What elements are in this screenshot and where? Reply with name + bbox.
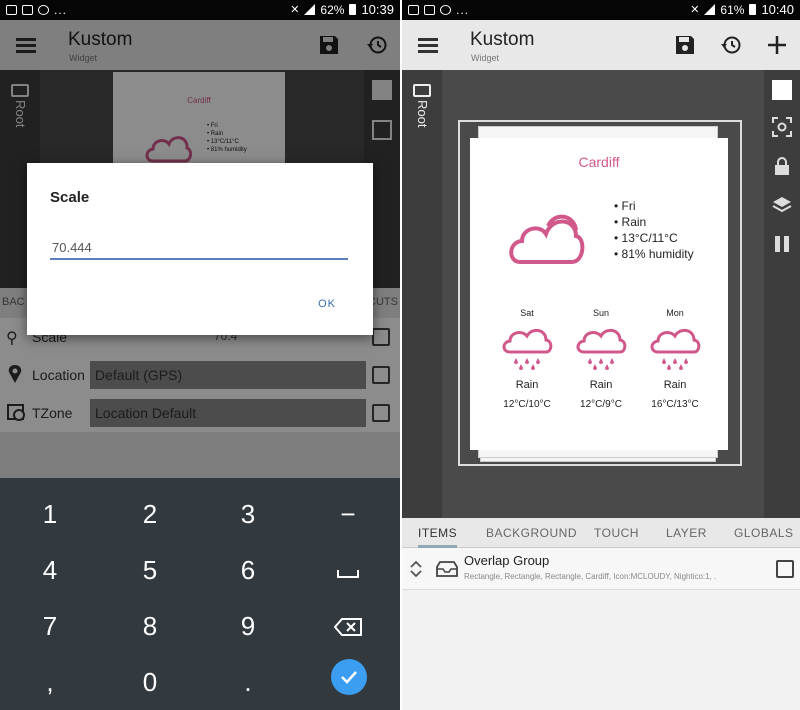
folder-icon: [413, 84, 431, 97]
lock-icon[interactable]: [772, 156, 792, 176]
menu-icon[interactable]: [418, 38, 438, 53]
item-title: Overlap Group: [464, 553, 550, 568]
forecast-day-name: Mon: [666, 308, 684, 318]
backspace-icon: [333, 618, 362, 636]
app-bar: Kustom Widget: [402, 20, 800, 70]
reorder-icon[interactable]: [408, 560, 424, 578]
add-icon[interactable]: [766, 34, 788, 56]
canvas-tools: [764, 70, 800, 518]
signal-icon: [304, 4, 316, 15]
more-notifications-icon: ...: [54, 3, 68, 17]
forecast-day-name: Sat: [520, 308, 534, 318]
tab-touch[interactable]: TOUCH: [594, 526, 639, 540]
bullet-condition: • Rain: [614, 215, 647, 229]
battery-percent: 62%: [320, 2, 345, 17]
status-bar: ... ✕ 62% 10:39: [0, 0, 400, 20]
key-6[interactable]: 6: [198, 542, 298, 599]
battery-icon: [749, 4, 757, 15]
forecast-day: Sun Rain 12°C/9°C: [566, 308, 636, 410]
key-minus[interactable]: −: [298, 486, 398, 543]
space-icon: [337, 570, 359, 578]
key-4[interactable]: 4: [0, 542, 100, 599]
item-subtitle: Rectangle, Rectangle, Rectangle, Cardiff…: [464, 572, 717, 581]
key-backspace[interactable]: [298, 598, 398, 655]
clock: 10:40: [761, 2, 794, 17]
forecast-condition: Rain: [589, 379, 613, 391]
key-8[interactable]: 8: [100, 598, 200, 655]
whatsapp-icon: [440, 5, 451, 15]
root-panel[interactable]: Root: [402, 70, 442, 518]
bullet-day: • Fri: [614, 199, 636, 213]
forecast-day: Mon Rain 16°C/13°C: [640, 308, 710, 410]
scale-dialog: Scale OK: [27, 163, 373, 335]
chat-notification-icon: [424, 5, 435, 15]
layers-icon[interactable]: [772, 195, 792, 215]
save-icon[interactable]: [674, 34, 696, 56]
chat-notification-icon: [22, 5, 33, 15]
confirm-button[interactable]: [331, 659, 367, 695]
editor-tabs: ITEMS BACKGROUND TOUCH LAYER GLOBALS: [402, 518, 800, 548]
pause-icon[interactable]: [772, 234, 792, 254]
forecast-condition: Rain: [663, 379, 687, 391]
dialog-title: Scale: [50, 189, 90, 206]
forecast-day: Sat Rain 12°C/10°C: [492, 308, 562, 410]
check-icon: [341, 671, 357, 684]
battery-percent: 61%: [720, 2, 745, 17]
rain-icon: [650, 328, 701, 370]
app-subtitle: Widget: [471, 53, 500, 63]
tab-layer[interactable]: LAYER: [666, 526, 707, 540]
signal-icon: [704, 4, 716, 15]
numeric-keyboard: 1 2 3 − 4 5 6 7 8 9 , 0 .: [0, 478, 400, 710]
bullet-humidity: • 81% humidity: [614, 247, 694, 261]
scale-input[interactable]: [50, 236, 348, 260]
city-label: Cardiff: [578, 154, 620, 170]
mute-icon: ✕: [690, 4, 700, 16]
tab-globals[interactable]: GLOBALS: [734, 526, 794, 540]
key-9[interactable]: 9: [198, 598, 298, 655]
key-3[interactable]: 3: [198, 486, 298, 543]
key-1[interactable]: 1: [0, 486, 100, 543]
rain-icon: [502, 328, 553, 370]
key-comma[interactable]: ,: [0, 654, 100, 710]
mute-icon: ✕: [290, 4, 300, 16]
app-title: Kustom: [470, 29, 535, 50]
tab-items[interactable]: ITEMS: [418, 526, 458, 548]
key-0[interactable]: 0: [100, 654, 200, 710]
left-screen: ... ✕ 62% 10:39 Kustom Widget Root Cardi…: [0, 0, 400, 710]
status-bar: ... ✕ 61% 10:40: [402, 0, 800, 20]
right-screen: ... ✕ 61% 10:40 Kustom Widget Root Cardi…: [402, 0, 800, 710]
ok-button[interactable]: OK: [318, 298, 336, 310]
cloud-icon: [509, 214, 585, 264]
root-label: Root: [415, 100, 430, 128]
image-notification-icon: [6, 5, 17, 15]
forecast-temperature: 12°C/10°C: [503, 399, 551, 410]
forecast-temperature: 12°C/9°C: [580, 399, 622, 410]
more-notifications-icon: ...: [456, 3, 470, 17]
item-checkbox[interactable]: [776, 560, 794, 578]
overlap-group-icon: [436, 561, 458, 577]
key-space[interactable]: [298, 542, 398, 599]
tab-background[interactable]: BACKGROUND: [486, 526, 577, 540]
list-item[interactable]: Overlap Group Rectangle, Rectangle, Rect…: [402, 548, 800, 590]
key-7[interactable]: 7: [0, 598, 100, 655]
focus-icon[interactable]: [772, 117, 792, 137]
forecast-day-name: Sun: [592, 308, 609, 318]
bullet-temperature: • 13°C/11°C: [614, 231, 678, 245]
key-5[interactable]: 5: [100, 542, 200, 599]
widget-preview: Cardiff • Fri • Rain • 13°C/11°C • 81% h…: [470, 138, 728, 450]
background-toggle-icon[interactable]: [772, 80, 792, 100]
clock: 10:39: [361, 2, 394, 17]
key-period[interactable]: .: [198, 654, 298, 710]
history-icon[interactable]: [720, 34, 742, 56]
forecast-temperature: 16°C/13°C: [651, 399, 699, 410]
weather-summary: • Fri • Rain • 13°C/11°C • 81% humidity: [614, 198, 694, 262]
rain-icon: [576, 328, 627, 370]
forecast-condition: Rain: [515, 379, 539, 391]
battery-icon: [349, 4, 357, 15]
whatsapp-icon: [38, 5, 49, 15]
key-2[interactable]: 2: [100, 486, 200, 543]
image-notification-icon: [408, 5, 419, 15]
editor-canvas: Root Cardiff • Fri • Rain • 13°C/11°C • …: [402, 70, 800, 518]
items-list-empty-area: [402, 590, 800, 710]
